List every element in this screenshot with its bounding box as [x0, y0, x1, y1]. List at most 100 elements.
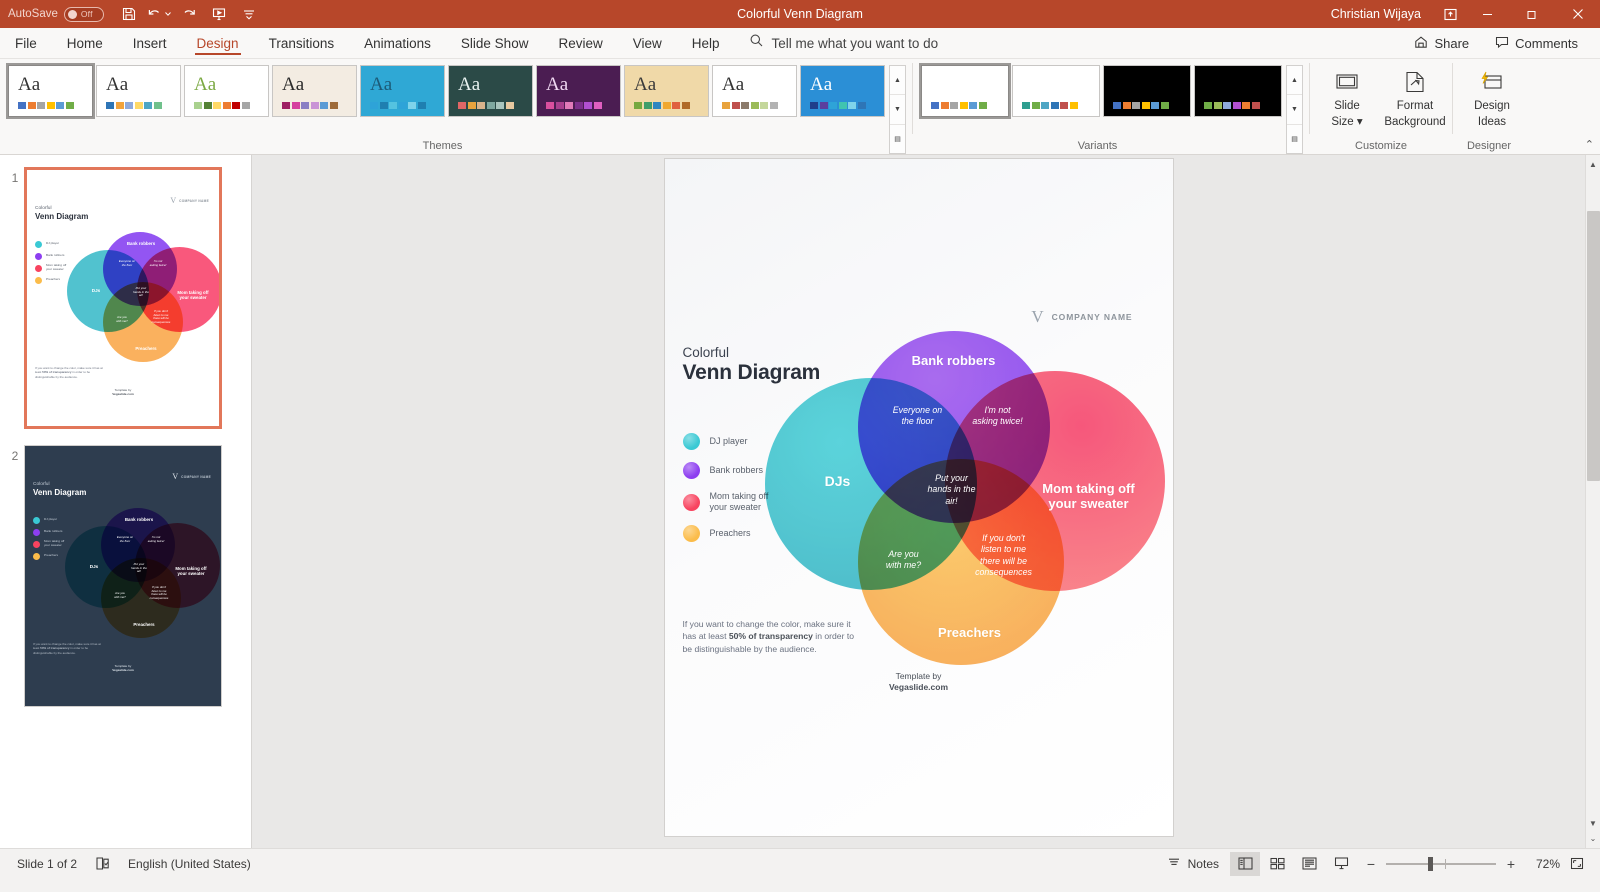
- comment-icon: [1495, 35, 1509, 52]
- slide-thumbnail-pane[interactable]: 1 V COMPANY NAME Colorful Venn Diagram D…: [0, 155, 252, 848]
- undo-icon[interactable]: [144, 1, 174, 27]
- comments-button[interactable]: Comments: [1485, 31, 1588, 56]
- autosave-toggle[interactable]: AutoSave Off: [8, 6, 104, 22]
- thumb-credit: Template by Vegaslide.com: [112, 388, 134, 397]
- tab-animations[interactable]: Animations: [349, 28, 446, 58]
- accessibility-checker-icon[interactable]: [86, 852, 119, 876]
- slide-canvas-area[interactable]: V COMPANY NAME Colorful Venn Diagram DJ …: [252, 155, 1585, 848]
- variants-gallery[interactable]: [919, 63, 1282, 119]
- tab-transitions[interactable]: Transitions: [254, 28, 350, 58]
- user-account-name[interactable]: Christian Wijaya: [1331, 7, 1421, 21]
- language-indicator[interactable]: English (United States): [119, 852, 260, 876]
- theme-card-basis-white-theme[interactable]: Aa: [712, 65, 797, 117]
- zoom-in-icon[interactable]: +: [1504, 856, 1518, 872]
- design-ideas-icon: [1479, 67, 1505, 97]
- themes-more-icon[interactable]: ▤: [890, 125, 905, 153]
- variants-more-icon[interactable]: ▤: [1287, 125, 1302, 153]
- tab-home[interactable]: Home: [52, 28, 118, 58]
- slideshow-view-icon[interactable]: [1326, 852, 1356, 876]
- collapse-ribbon-icon[interactable]: ⌃: [1585, 138, 1594, 151]
- close-icon[interactable]: [1555, 0, 1600, 28]
- variant-card-variant-dark-1[interactable]: [1103, 65, 1191, 117]
- minimize-icon[interactable]: [1465, 0, 1510, 28]
- tab-insert[interactable]: Insert: [118, 28, 182, 58]
- start-presentation-icon[interactable]: [204, 1, 234, 27]
- slide-thumbnail-1[interactable]: V COMPANY NAME Colorful Venn Diagram DJ …: [24, 167, 222, 429]
- slide-size-button[interactable]: Slide Size ▾: [1316, 59, 1378, 129]
- titlebar-right: Christian Wijaya: [1331, 0, 1600, 28]
- themes-scroll-down-icon[interactable]: ▼: [890, 95, 905, 125]
- variants-scroll-up-icon[interactable]: ▲: [1287, 66, 1302, 96]
- variant-card-variant-light-2[interactable]: [1012, 65, 1100, 117]
- scroll-up-icon[interactable]: ▲: [1589, 157, 1597, 172]
- legend-color-dot: [682, 525, 700, 542]
- theme-color-swatches: [458, 102, 514, 109]
- zoom-percentage[interactable]: 72%: [1526, 857, 1560, 871]
- tab-design[interactable]: Design: [182, 28, 254, 58]
- theme-card-ion-boardroom-green-theme[interactable]: Aa: [448, 65, 533, 117]
- theme-card-berlin-purple-theme[interactable]: Aa: [536, 65, 621, 117]
- legend-item-3: Preachers: [682, 519, 769, 548]
- scroll-down-icon[interactable]: ▼: [1589, 816, 1597, 831]
- tab-view[interactable]: View: [618, 28, 677, 58]
- zoom-out-icon[interactable]: −: [1364, 856, 1378, 872]
- scrollbar-thumb[interactable]: [1586, 210, 1600, 482]
- theme-preview-text: Aa: [634, 74, 657, 95]
- slide-sorter-view-icon[interactable]: [1262, 852, 1292, 876]
- theme-preview-text: Aa: [194, 74, 217, 95]
- customize-quick-access-toolbar-icon[interactable]: [234, 1, 264, 27]
- share-button[interactable]: Share: [1404, 31, 1479, 56]
- theme-card-banded-tan-theme[interactable]: Aa: [624, 65, 709, 117]
- color-swatch: [643, 102, 652, 109]
- reading-view-icon[interactable]: [1294, 852, 1324, 876]
- design-ideas-button[interactable]: Design Ideas: [1459, 59, 1525, 129]
- save-icon[interactable]: [114, 1, 144, 27]
- thumbnail-row-2[interactable]: 2 V COMPANY NAME Colorful Venn Diagram D…: [0, 445, 251, 723]
- thumb-company-logo: V COMPANY NAME: [172, 472, 211, 481]
- tab-help[interactable]: Help: [677, 28, 735, 58]
- color-swatch: [222, 102, 231, 109]
- group-themes: Aa Aa Aa Aa Aa Aa Aa Aa Aa Aa Themes: [0, 59, 885, 154]
- zoom-track[interactable]: [1386, 856, 1496, 871]
- themes-scroll-up-icon[interactable]: ▲: [890, 66, 905, 96]
- next-slide-icon[interactable]: ⌄: [1590, 831, 1597, 846]
- format-background-button[interactable]: Format Background: [1378, 59, 1452, 129]
- variant-card-variant-light-1[interactable]: [919, 63, 1011, 119]
- notes-button[interactable]: Notes: [1158, 852, 1228, 876]
- zoom-handle[interactable]: [1427, 856, 1433, 871]
- canvas-vertical-scrollbar[interactable]: ▲ ▼ ⌄: [1585, 155, 1600, 848]
- theme-card-wood-type-theme[interactable]: Aa: [272, 65, 357, 117]
- variants-gallery-scroll[interactable]: ▲ ▼ ▤: [1286, 65, 1303, 154]
- slide-thumbnail-2[interactable]: V COMPANY NAME Colorful Venn Diagram DJ …: [24, 445, 222, 707]
- tell-me-search[interactable]: Tell me what you want to do: [735, 28, 938, 58]
- color-swatch: [722, 102, 730, 109]
- thumbnail-row-1[interactable]: 1 V COMPANY NAME Colorful Venn Diagram D…: [0, 167, 251, 445]
- color-swatch: [634, 102, 642, 109]
- thumb-title: Venn Diagram: [33, 488, 87, 497]
- slide-canvas[interactable]: V COMPANY NAME Colorful Venn Diagram DJ …: [664, 159, 1173, 836]
- thumb-label-preachers: Preachers: [135, 346, 157, 351]
- tab-slide-show[interactable]: Slide Show: [446, 28, 544, 58]
- restore-icon[interactable]: [1510, 0, 1555, 28]
- theme-card-facet-theme[interactable]: Aa: [96, 65, 181, 117]
- theme-card-office-theme[interactable]: Aa: [6, 63, 95, 119]
- ribbon-display-options-icon[interactable]: [1435, 0, 1465, 28]
- autosave-switch[interactable]: Off: [63, 6, 104, 22]
- tab-review[interactable]: Review: [543, 28, 617, 58]
- variants-scroll-down-icon[interactable]: ▼: [1287, 95, 1302, 125]
- theme-card-damask-theme[interactable]: Aa: [360, 65, 445, 117]
- variant-card-variant-dark-2[interactable]: [1194, 65, 1282, 117]
- theme-card-celestial-blue-theme[interactable]: Aa: [800, 65, 885, 117]
- fit-slide-to-window-icon[interactable]: [1562, 852, 1592, 876]
- themes-gallery[interactable]: Aa Aa Aa Aa Aa Aa Aa Aa Aa Aa: [6, 63, 885, 119]
- normal-view-icon[interactable]: [1230, 851, 1260, 876]
- zoom-slider[interactable]: − +: [1364, 856, 1518, 872]
- scrollbar-track[interactable]: [1586, 172, 1600, 816]
- legend: DJ player Bank robbers Mom taking off your …: [682, 427, 769, 548]
- theme-card-green-accent-theme[interactable]: Aa: [184, 65, 269, 117]
- themes-gallery-scroll[interactable]: ▲ ▼ ▤: [889, 65, 906, 154]
- slide-counter[interactable]: Slide 1 of 2: [8, 852, 86, 876]
- thumb-legend-item-2: Mom taking off your sweater: [33, 538, 64, 550]
- redo-icon[interactable]: [174, 1, 204, 27]
- tab-file[interactable]: File: [0, 28, 52, 58]
